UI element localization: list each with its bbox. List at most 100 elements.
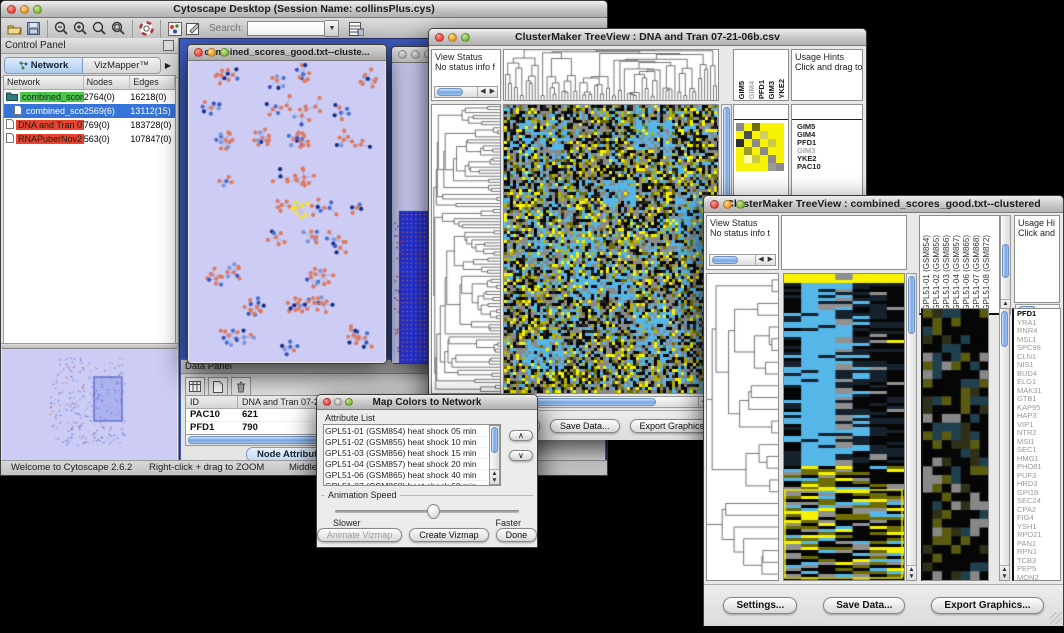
network-table-header[interactable]: Nodes xyxy=(84,76,131,89)
tv1-column-label[interactable]: YKE2 xyxy=(777,79,786,99)
tv1-column-label[interactable]: PFD1 xyxy=(757,80,766,99)
tv2-heatmap-vscroll[interactable]: ▲▼ xyxy=(906,273,917,581)
attribute-list-item[interactable]: GPL51-06 (GSM865) heat shock 40 min xyxy=(325,470,487,481)
tv1-gene-label[interactable]: PAC10 xyxy=(797,163,821,171)
vizmapper-icon[interactable] xyxy=(165,19,184,38)
network-table-row[interactable]: combined_sco2569(6)13112(15) xyxy=(4,104,175,118)
speed-slider-thumb[interactable] xyxy=(427,504,440,519)
zoom-button[interactable] xyxy=(345,398,353,406)
tv1-column-dendrogram[interactable] xyxy=(503,49,719,101)
tv1-column-label[interactable]: GIM4 xyxy=(747,81,756,99)
tab-overflow-arrow[interactable]: ▶ xyxy=(161,61,175,70)
tv2-heatmap[interactable] xyxy=(783,273,905,581)
close-button[interactable] xyxy=(194,48,203,57)
zoom-button[interactable] xyxy=(461,33,470,42)
close-button[interactable] xyxy=(323,398,331,406)
tv1-column-label[interactable]: PAC10 xyxy=(787,75,789,99)
minimize-button[interactable] xyxy=(207,48,216,57)
help-lifering-icon[interactable] xyxy=(137,19,156,38)
attribute-list-item[interactable]: GPL51-03 (GSM856) heat shock 15 min xyxy=(325,448,487,459)
tv2-zoom-heatmap[interactable] xyxy=(921,308,989,581)
network-doc-icon xyxy=(6,133,14,145)
dialog-create-vizmap-button[interactable]: Create Vizmap xyxy=(409,528,488,542)
minimize-button[interactable] xyxy=(334,398,342,406)
tv1-column-label[interactable]: GIM3 xyxy=(767,81,776,99)
attribute-list-item[interactable]: GPL51-01 (GSM854) heat shock 05 min xyxy=(325,426,487,437)
tv1-status-scrollbar[interactable]: ◀▶ xyxy=(434,86,498,98)
tv1-save-data---button[interactable]: Save Data... xyxy=(550,419,620,433)
tv2-column-dendrogram[interactable] xyxy=(781,215,907,270)
tv2-column-label[interactable]: GPL51-03 (GSM856) xyxy=(942,235,951,311)
minimize-button[interactable] xyxy=(20,5,29,14)
minimize-button[interactable] xyxy=(448,33,457,42)
zoom-in-icon[interactable] xyxy=(71,19,90,38)
close-button[interactable] xyxy=(7,5,16,14)
zoom-fit-icon[interactable] xyxy=(109,19,128,38)
dialog-done-button[interactable]: Done xyxy=(496,528,538,542)
tv2-save-data---button[interactable]: Save Data... xyxy=(823,597,905,614)
tv2-status-scrollbar[interactable]: ◀▶ xyxy=(709,254,776,266)
table-import-icon[interactable] xyxy=(347,19,366,38)
annotation-icon[interactable] xyxy=(184,19,203,38)
dialog-animate-vizmap-button[interactable]: Animate Vizmap xyxy=(317,528,402,542)
delete-attribute-icon[interactable] xyxy=(231,377,251,396)
zoom-selected-icon[interactable] xyxy=(90,19,109,38)
mini-heatmap-cell xyxy=(760,123,768,131)
minimize-button[interactable] xyxy=(411,50,420,59)
attribute-list-item[interactable]: GPL51-02 (GSM855) heat shock 10 min xyxy=(325,437,487,448)
network-canvas[interactable] xyxy=(189,61,385,362)
select-attributes-icon[interactable] xyxy=(185,377,205,396)
close-button[interactable] xyxy=(398,50,407,59)
move-up-button[interactable]: ∧ xyxy=(509,430,533,441)
tab-network[interactable]: Network xyxy=(4,57,83,74)
mini-heatmap-cell xyxy=(776,123,784,131)
network-table-header[interactable]: Edges xyxy=(130,76,175,89)
attribute-list-item[interactable]: GPL51-04 (GSM857) heat shock 20 min xyxy=(325,459,487,470)
tv1-view-status: View StatusNo status info f ◀▶ xyxy=(431,49,501,101)
network-table-row[interactable]: RNAPuberNov2+563(0)107847(0) xyxy=(4,132,175,146)
tv2-settings---button[interactable]: Settings... xyxy=(723,597,797,614)
tv1-row-dendrogram[interactable] xyxy=(431,104,501,394)
tv2-collabel-vscroll[interactable]: ▲▼ xyxy=(1000,215,1011,315)
minimize-button[interactable] xyxy=(723,200,732,209)
save-session-icon[interactable] xyxy=(24,19,43,38)
tv2-column-label[interactable]: GPL51-02 (GSM855) xyxy=(932,235,941,311)
birdseye-view[interactable] xyxy=(2,348,177,461)
attribute-list-vscroll[interactable]: ▲▼ xyxy=(489,425,500,485)
tv2-genelist-vscroll[interactable]: ▲▼ xyxy=(999,308,1010,581)
network-table-header[interactable]: Network xyxy=(4,76,84,89)
tv1-mini-heatmap[interactable] xyxy=(736,123,784,171)
float-panel-icon[interactable] xyxy=(163,40,174,51)
move-down-button[interactable]: ∨ xyxy=(509,450,533,461)
search-input[interactable] xyxy=(247,21,325,36)
network-table-row[interactable]: combined_scores2764(0)16218(0) xyxy=(4,90,175,104)
attribute-list-item[interactable]: GPL51-07 (GSM868) heat shock 60 min xyxy=(325,481,487,486)
tv2-export-graphics---button[interactable]: Export Graphics... xyxy=(931,597,1043,614)
tv2-row-dendrogram[interactable] xyxy=(706,273,779,581)
zoom-button[interactable] xyxy=(220,48,229,57)
birdseye-canvas[interactable] xyxy=(2,349,177,460)
zoom-out-icon[interactable] xyxy=(52,19,71,38)
main-titlebar[interactable]: Cytoscape Desktop (Session Name: collins… xyxy=(1,1,607,18)
tv2-column-label[interactable]: GPL51-08 (GSM872) xyxy=(982,235,991,311)
attribute-listbox[interactable]: GPL51-01 (GSM854) heat shock 05 minGPL51… xyxy=(323,424,501,486)
tv2-column-label[interactable]: GPL51-04 (GSM857) xyxy=(952,235,961,311)
network-table-row[interactable]: DNA and Tran 07769(0)183728(0) xyxy=(4,118,175,132)
close-button[interactable] xyxy=(435,33,444,42)
new-attribute-icon[interactable] xyxy=(208,377,228,396)
tv2-column-label[interactable]: GPL51-07 (GSM868) xyxy=(972,235,981,311)
search-dropdown-arrow[interactable]: ▼ xyxy=(325,20,339,37)
zoom-button[interactable] xyxy=(736,200,745,209)
zoom-button[interactable] xyxy=(33,5,42,14)
tv1-column-label[interactable]: GIM5 xyxy=(737,81,746,99)
tab-vizmapper[interactable]: VizMapper™ xyxy=(83,57,161,74)
tv2-column-label[interactable]: GPL51-01 (GSM854) xyxy=(922,235,931,311)
resize-grip[interactable] xyxy=(1050,612,1062,624)
treeview1-title: ClusterMaker TreeView : DNA and Tran 07-… xyxy=(429,31,866,43)
close-button[interactable] xyxy=(710,200,719,209)
data-table-header[interactable]: ID xyxy=(186,396,238,408)
tv2-gene-label[interactable]: MON2 xyxy=(1017,574,1042,582)
tv2-column-label[interactable]: GPL51-06 (GSM865) xyxy=(962,235,971,311)
tv1-heatmap[interactable] xyxy=(503,104,719,394)
open-session-icon[interactable] xyxy=(5,19,24,38)
